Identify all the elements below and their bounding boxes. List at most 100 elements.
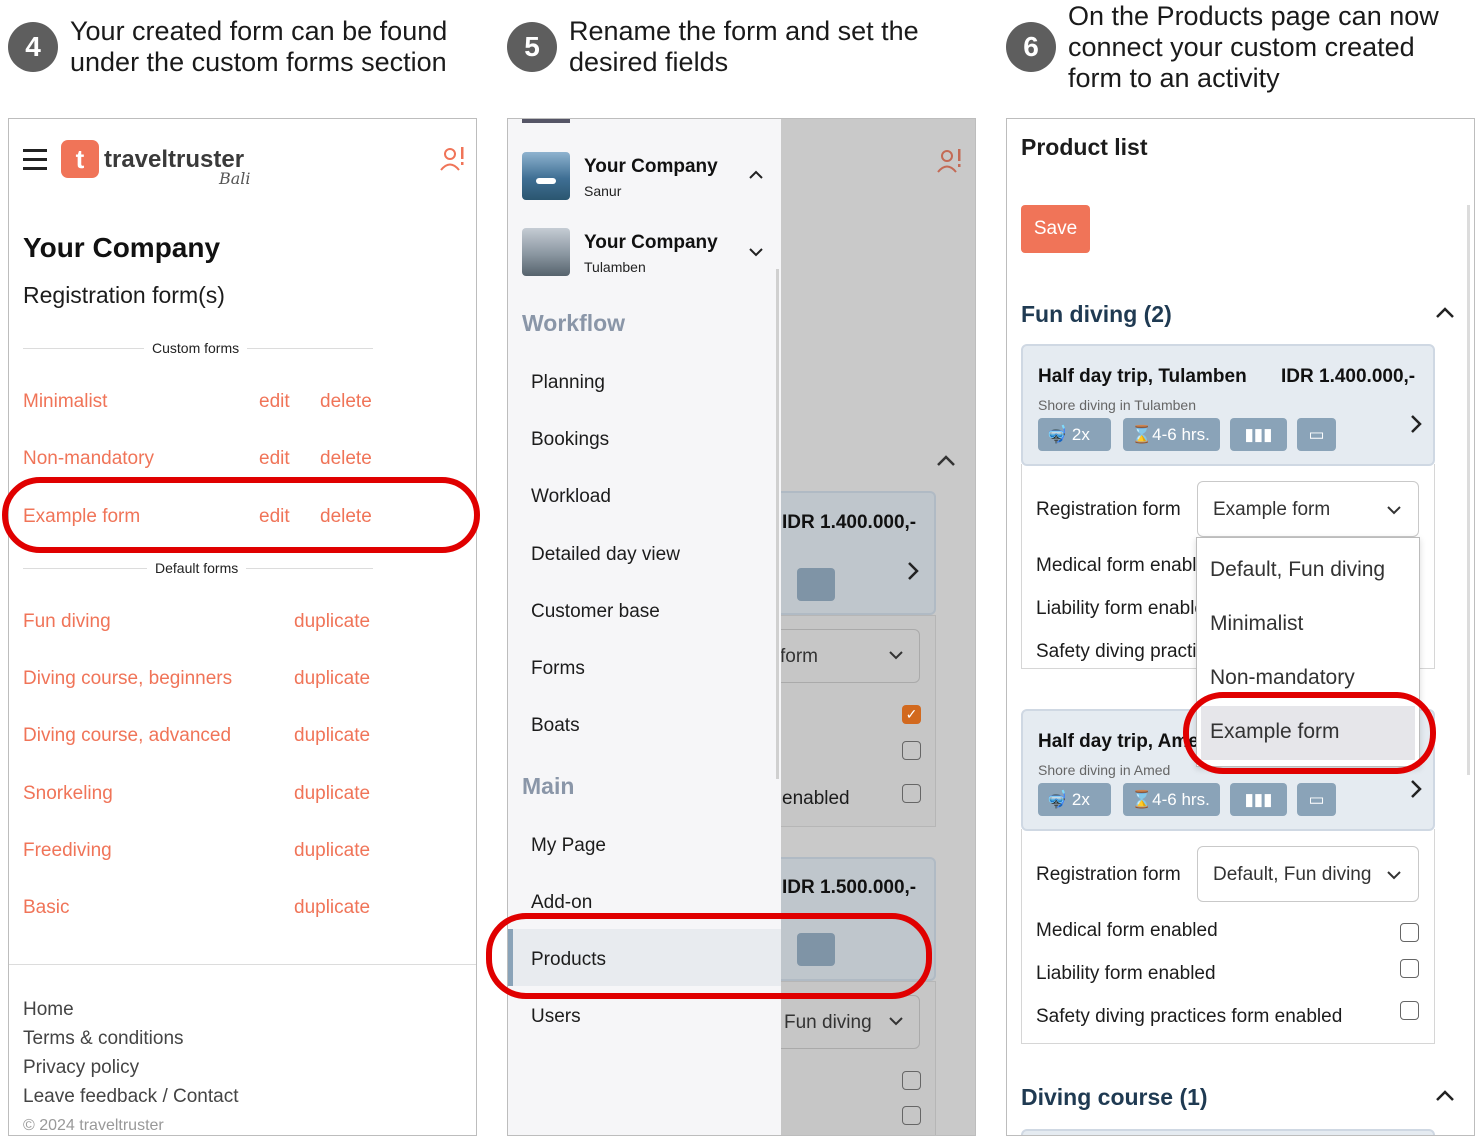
default-form-name[interactable]: Snorkeling (23, 783, 113, 805)
menu-item-add-on[interactable]: Add-on (531, 892, 592, 914)
medical-form-checkbox[interactable] (1400, 923, 1419, 942)
step-6-line1: On the Products page can now (1068, 1, 1439, 31)
medical-form-label: Medical form enabled (1036, 920, 1218, 941)
menu-item-bookings[interactable]: Bookings (531, 429, 609, 451)
chevron-right-icon[interactable] (1409, 414, 1423, 434)
group-title-fun-diving: Fun diving (2) (1021, 301, 1172, 327)
registration-form-label: Registration form (1036, 499, 1181, 520)
company-name[interactable]: Your Company (584, 232, 718, 254)
step-4-badge: 4 (8, 22, 58, 72)
chevron-up-icon[interactable] (1435, 1088, 1455, 1102)
page-title: Product list (1021, 134, 1148, 160)
dropdown-option[interactable]: Minimalist (1210, 612, 1303, 636)
footer-divider (9, 964, 476, 965)
medical-form-label: Medical form enabled (1036, 555, 1196, 576)
diver-icon: 🤿 (1046, 790, 1072, 809)
custom-form-name[interactable]: Minimalist (23, 391, 107, 413)
highlight-oval (2, 477, 480, 553)
footer-link-feedback[interactable]: Leave feedback / Contact (23, 1086, 238, 1108)
chevron-up-icon[interactable] (936, 453, 956, 467)
chevron-right-icon[interactable] (906, 561, 920, 581)
bg-enabled-text: enabled (782, 788, 850, 809)
duplicate-link[interactable]: duplicate (294, 783, 370, 805)
footer-link-privacy[interactable]: Privacy policy (23, 1057, 139, 1079)
duplicate-link[interactable]: duplicate (294, 725, 370, 747)
dropdown-option[interactable]: Non-mandatory (1210, 666, 1355, 690)
safety-form-label: Safety diving practices form enabled (1036, 641, 1196, 662)
edit-link[interactable]: edit (259, 391, 290, 413)
delete-link[interactable]: delete (320, 391, 372, 413)
workflow-section-label: Workflow (522, 310, 626, 336)
select-value: Default, Fun diving (1213, 864, 1372, 885)
default-form-name[interactable]: Freediving (23, 840, 112, 862)
menu-item-detailed-day-view[interactable]: Detailed day view (531, 544, 680, 566)
chevron-up-icon[interactable] (1435, 305, 1455, 319)
duplicate-link[interactable]: duplicate (294, 897, 370, 919)
menu-item-workload[interactable]: Workload (531, 486, 611, 508)
default-form-name[interactable]: Basic (23, 897, 69, 919)
footer-link-terms[interactable]: Terms & conditions (23, 1028, 184, 1050)
scrollbar[interactable] (776, 269, 779, 779)
scrollbar[interactable] (1467, 205, 1470, 775)
liability-form-checkbox[interactable] (1400, 959, 1419, 978)
menu-item-users[interactable]: Users (531, 1006, 581, 1028)
menu-item-forms[interactable]: Forms (531, 658, 585, 680)
step-5-line1: Rename the form and set the (569, 16, 919, 46)
step-4-text: Your created form can be found under the… (70, 16, 447, 78)
user-alert-icon[interactable] (936, 147, 964, 175)
copyright: © 2024 traveltruster (23, 1117, 164, 1134)
chevron-down-icon (889, 1017, 903, 1026)
bg-select-text: Fun diving (784, 1012, 872, 1033)
chevron-down-icon[interactable] (748, 246, 764, 258)
duplicate-link[interactable]: duplicate (294, 611, 370, 633)
panel-product-list: Product list Save Fun diving (2) Half da… (1006, 118, 1475, 1136)
checkbox-checked-icon[interactable]: ✓ (902, 705, 921, 724)
checkbox[interactable] (902, 784, 921, 803)
page-subtitle: Registration form(s) (23, 282, 225, 308)
step-5-line2: desired fields (569, 47, 729, 77)
default-forms-label: Default forms (147, 560, 247, 576)
checkbox[interactable] (902, 1071, 921, 1090)
company-thumbnail[interactable] (522, 152, 570, 200)
edit-link[interactable]: edit (259, 448, 290, 470)
equipment-icon: ▮▮▮ (1230, 783, 1287, 816)
product-card[interactable] (1021, 1129, 1435, 1135)
menu-item-planning[interactable]: Planning (531, 372, 605, 394)
duplicate-link[interactable]: duplicate (294, 840, 370, 862)
menu-item-boats[interactable]: Boats (531, 715, 580, 737)
delete-link[interactable]: delete (320, 448, 372, 470)
duplicate-link[interactable]: duplicate (294, 668, 370, 690)
hourglass-icon: ⌛ (1131, 790, 1153, 809)
default-form-name[interactable]: Fun diving (23, 611, 111, 633)
traveltruster-logo-icon[interactable]: t (61, 140, 99, 178)
highlight-oval (1183, 692, 1436, 774)
footer-link-home[interactable]: Home (23, 999, 74, 1021)
chevron-up-icon[interactable] (748, 169, 764, 181)
dropdown-option[interactable]: Default, Fun diving (1210, 558, 1385, 582)
hamburger-menu-icon[interactable] (23, 149, 47, 171)
company-location: Tulamben (584, 259, 646, 275)
checkbox[interactable] (902, 1106, 921, 1125)
menu-item-my-page[interactable]: My Page (531, 835, 606, 857)
default-form-name[interactable]: Diving course, beginners (23, 668, 232, 690)
bg-select-text: form (780, 646, 818, 667)
default-form-name[interactable]: Diving course, advanced (23, 725, 231, 747)
duration-badge: ⌛4-6 hrs. (1123, 783, 1220, 816)
product-card[interactable]: Half day trip, Tulamben IDR 1.400.000,- … (1021, 344, 1435, 466)
liability-form-label: Liability form enabled (1036, 598, 1196, 619)
company-name[interactable]: Your Company (584, 156, 718, 178)
user-alert-icon[interactable] (439, 145, 467, 173)
checkbox[interactable] (902, 741, 921, 760)
registration-form-select[interactable]: Default, Fun diving (1197, 846, 1419, 902)
step-4-line1: Your created form can be found (70, 16, 448, 46)
safety-form-checkbox[interactable] (1400, 1001, 1419, 1020)
chevron-right-icon[interactable] (1409, 779, 1423, 799)
save-button[interactable]: Save (1021, 205, 1090, 253)
menu-item-customer-base[interactable]: Customer base (531, 601, 660, 623)
step-6-line3: form to an activity (1068, 63, 1280, 93)
registration-form-select[interactable]: Example form (1197, 481, 1419, 537)
company-thumbnail[interactable] (522, 228, 570, 276)
divers-badge: 🤿 2x (1038, 783, 1111, 816)
select-value: Example form (1213, 499, 1331, 520)
custom-form-name[interactable]: Non-mandatory (23, 448, 154, 470)
